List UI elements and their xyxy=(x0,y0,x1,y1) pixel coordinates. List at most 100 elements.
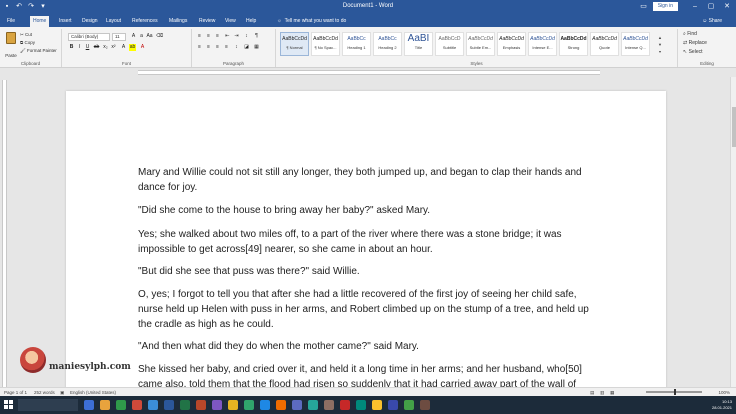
language-indicator[interactable]: English (United States) xyxy=(70,389,116,396)
style-no-spacing[interactable]: AaBbCcDd ¶ No Spac... xyxy=(311,32,340,56)
document-page[interactable]: Mary and Willie could not sit still any … xyxy=(66,91,666,387)
shading-icon[interactable]: ◪ xyxy=(243,44,250,51)
horizontal-ruler[interactable] xyxy=(0,68,736,77)
vertical-scrollbar[interactable] xyxy=(730,77,736,387)
align-left-icon[interactable]: ≡ xyxy=(196,44,203,51)
style-strong[interactable]: AaBbCcDd Strong xyxy=(559,32,588,56)
paragraph[interactable]: Yes; she walked about two miles off, to … xyxy=(138,227,594,257)
web-layout-icon[interactable]: ▦ xyxy=(610,389,614,396)
bullets-icon[interactable]: ≡ xyxy=(196,33,203,40)
copy-button[interactable]: ⧉ Copy xyxy=(20,40,35,45)
font-family-select[interactable]: Calibri (Body) xyxy=(68,33,110,41)
text-effects-icon[interactable]: A xyxy=(120,44,127,51)
ribbon-display-icon[interactable]: ▭ xyxy=(639,2,648,11)
app-icon[interactable] xyxy=(420,400,430,410)
justify-icon[interactable]: ≡ xyxy=(223,44,230,51)
paragraph[interactable]: "But did she see that puss was there?" s… xyxy=(138,264,594,279)
highlight-icon[interactable]: ab xyxy=(129,44,136,51)
paragraph[interactable]: "Did she come to the house to bring away… xyxy=(138,203,594,218)
tab-references[interactable]: References xyxy=(129,16,161,27)
style-emphasis[interactable]: AaBbCcDd Emphasis xyxy=(497,32,526,56)
align-center-icon[interactable]: ≡ xyxy=(205,44,212,51)
zoom-slider-knob[interactable] xyxy=(674,389,676,395)
app-icon[interactable] xyxy=(324,400,334,410)
style-quote[interactable]: AaBbCcDd Quote xyxy=(590,32,619,56)
paragraph[interactable]: She kissed her baby, and cried over it, … xyxy=(138,362,594,387)
proofing-icon[interactable]: ▣ xyxy=(60,389,64,396)
share-button[interactable]: ☺ Share xyxy=(702,17,722,26)
zoom-level[interactable]: 100% xyxy=(718,389,730,396)
find-button[interactable]: ⌕ Find xyxy=(683,31,697,37)
cut-button[interactable]: ✂ Cut xyxy=(20,32,32,38)
chevron-down-icon[interactable]: ▼ xyxy=(656,41,664,48)
task-view-icon[interactable] xyxy=(84,400,94,410)
align-right-icon[interactable]: ≡ xyxy=(214,44,221,51)
paste-button[interactable]: Paste xyxy=(4,32,18,58)
grow-font-icon[interactable]: A xyxy=(130,33,137,40)
vertical-ruler[interactable] xyxy=(2,80,7,388)
app-icon[interactable] xyxy=(276,400,286,410)
style-intense-emphasis[interactable]: AaBbCcDd Intense E... xyxy=(528,32,557,56)
windows-start-icon[interactable] xyxy=(4,400,14,410)
paragraph[interactable]: Mary and Willie could not sit still any … xyxy=(138,165,594,195)
pilcrow-icon[interactable]: ¶ xyxy=(253,33,260,40)
powerpoint-icon[interactable] xyxy=(196,400,206,410)
app-icon[interactable] xyxy=(340,400,350,410)
line-spacing-icon[interactable]: ↕ xyxy=(233,44,240,51)
app-icon[interactable] xyxy=(308,400,318,410)
replace-button[interactable]: ⇄ Replace xyxy=(683,40,707,46)
app-icon[interactable] xyxy=(372,400,382,410)
app-icon[interactable] xyxy=(132,400,142,410)
format-painter-button[interactable]: 🖌 Format Painter xyxy=(20,48,57,54)
app-icon[interactable] xyxy=(244,400,254,410)
underline-icon[interactable]: U xyxy=(84,44,91,51)
zoom-slider[interactable] xyxy=(646,389,702,395)
strikethrough-icon[interactable]: ab xyxy=(93,44,100,51)
chevron-up-icon[interactable]: ▲ xyxy=(656,34,664,41)
app-icon[interactable] xyxy=(292,400,302,410)
tab-design[interactable]: Design xyxy=(79,16,101,27)
styles-gallery-scroll[interactable]: ▲ ▼ ▾ xyxy=(656,34,664,56)
decrease-indent-icon[interactable]: ⇤ xyxy=(224,33,231,40)
subscript-icon[interactable]: x₂ xyxy=(102,44,109,51)
app-icon[interactable] xyxy=(356,400,366,410)
app-icon[interactable] xyxy=(388,400,398,410)
file-explorer-icon[interactable] xyxy=(100,400,110,410)
borders-icon[interactable]: ▦ xyxy=(253,44,260,51)
tab-mailings[interactable]: Mailings xyxy=(166,16,190,27)
select-button[interactable]: ↖ Select xyxy=(683,49,703,55)
page-count[interactable]: Page 1 of 1 xyxy=(4,389,27,396)
clear-format-icon[interactable]: ⌫ xyxy=(156,33,163,40)
font-color-icon[interactable]: A xyxy=(139,44,146,51)
app-icon[interactable] xyxy=(212,400,222,410)
scrollbar-thumb[interactable] xyxy=(732,107,736,147)
minimize-icon[interactable]: – xyxy=(690,1,700,12)
paragraph[interactable]: "And then what did they do when the moth… xyxy=(138,339,594,354)
close-icon[interactable]: ✕ xyxy=(722,1,732,12)
tab-insert[interactable]: Insert xyxy=(56,16,75,27)
style-heading-1[interactable]: AaBbCc Heading 1 xyxy=(342,32,371,56)
multilevel-list-icon[interactable]: ≡ xyxy=(214,33,221,40)
app-icon[interactable] xyxy=(148,400,158,410)
sort-icon[interactable]: ↕ xyxy=(243,33,250,40)
style-subtitle[interactable]: AaBbCcD Subtitle xyxy=(435,32,464,56)
tab-view[interactable]: View xyxy=(222,16,239,27)
more-icon[interactable]: ▾ xyxy=(656,48,664,55)
taskbar-search-box[interactable] xyxy=(18,399,78,411)
tab-review[interactable]: Review xyxy=(196,16,218,27)
excel-icon[interactable] xyxy=(180,400,190,410)
app-icon[interactable] xyxy=(260,400,270,410)
paragraph[interactable]: O, yes; I forgot to tell you that after … xyxy=(138,287,594,332)
style-normal[interactable]: AaBbCcDd ¶ Normal xyxy=(280,32,309,56)
tab-home[interactable]: Home xyxy=(30,16,50,27)
tell-me-box[interactable]: ☼ Tell me what you want to do xyxy=(277,17,346,26)
system-tray-clock[interactable]: 10:13 28.01.2021 xyxy=(712,399,732,411)
tab-help[interactable]: Help xyxy=(243,16,259,27)
italic-icon[interactable]: I xyxy=(76,44,83,51)
chrome-icon[interactable] xyxy=(116,400,126,410)
shrink-font-icon[interactable]: a xyxy=(138,33,145,40)
numbering-icon[interactable]: ≡ xyxy=(205,33,212,40)
increase-indent-icon[interactable]: ⇥ xyxy=(233,33,240,40)
change-case-icon[interactable]: Aa xyxy=(146,33,153,40)
font-size-select[interactable]: 11 xyxy=(112,33,126,41)
